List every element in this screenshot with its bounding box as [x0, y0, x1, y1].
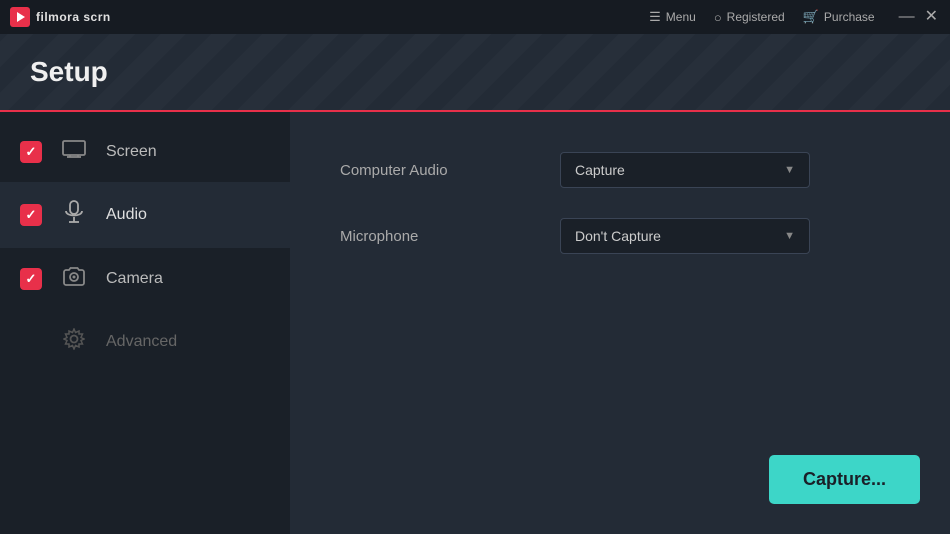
- header: Setup: [0, 34, 950, 112]
- menu-icon: ☰: [649, 9, 661, 25]
- registered-button[interactable]: ○ Registered: [714, 10, 785, 25]
- camera-icon: [60, 266, 88, 292]
- check-icon: ✓: [26, 207, 37, 223]
- sidebar-audio-label: Audio: [106, 206, 147, 224]
- user-icon: ○: [714, 10, 722, 25]
- microphone-icon: [60, 200, 88, 230]
- screen-icon: [60, 140, 88, 164]
- sidebar-camera-label: Camera: [106, 270, 163, 288]
- audio-checkbox[interactable]: ✓: [20, 204, 42, 226]
- computer-audio-row: Computer Audio Capture ▼: [340, 152, 900, 188]
- minimize-button[interactable]: —: [899, 9, 915, 25]
- purchase-label: Purchase: [824, 10, 875, 24]
- menu-label: Menu: [666, 10, 696, 24]
- gear-icon: [60, 328, 88, 356]
- purchase-button[interactable]: 🛒 Purchase: [803, 9, 875, 25]
- screen-checkbox[interactable]: ✓: [20, 141, 42, 163]
- content-panel: Computer Audio Capture ▼ Microphone Don'…: [290, 112, 950, 534]
- sidebar-item-audio[interactable]: ✓ Audio: [0, 182, 290, 248]
- cart-icon: 🛒: [803, 9, 819, 25]
- app-title: filmora scrn: [36, 10, 111, 24]
- window-controls: — ✕: [899, 9, 938, 25]
- registered-label: Registered: [727, 10, 785, 24]
- computer-audio-dropdown[interactable]: Capture ▼: [560, 152, 810, 188]
- microphone-dropdown[interactable]: Don't Capture ▼: [560, 218, 810, 254]
- microphone-value: Don't Capture: [575, 228, 661, 244]
- microphone-label: Microphone: [340, 228, 540, 245]
- page-title: Setup: [30, 56, 108, 88]
- app-logo-icon: [10, 7, 30, 27]
- sidebar-item-screen[interactable]: ✓ Screen: [0, 122, 290, 182]
- camera-checkbox[interactable]: ✓: [20, 268, 42, 290]
- sidebar-screen-label: Screen: [106, 143, 157, 161]
- microphone-row: Microphone Don't Capture ▼: [340, 218, 900, 254]
- titlebar-right: ☰ Menu ○ Registered 🛒 Purchase — ✕: [649, 9, 938, 25]
- sidebar-item-camera[interactable]: ✓ Camera: [0, 248, 290, 310]
- sidebar-advanced-label: Advanced: [106, 333, 177, 351]
- menu-button[interactable]: ☰ Menu: [649, 9, 696, 25]
- close-button[interactable]: ✕: [925, 9, 938, 25]
- chevron-down-icon: ▼: [784, 164, 795, 176]
- check-icon: ✓: [26, 271, 37, 287]
- computer-audio-value: Capture: [575, 162, 625, 178]
- check-icon: ✓: [26, 144, 37, 160]
- computer-audio-label: Computer Audio: [340, 162, 540, 179]
- titlebar-left: filmora scrn: [10, 7, 111, 27]
- titlebar: filmora scrn ☰ Menu ○ Registered 🛒 Purch…: [0, 0, 950, 34]
- capture-button[interactable]: Capture...: [769, 455, 920, 504]
- main-layout: ✓ Screen ✓: [0, 112, 950, 534]
- sidebar: ✓ Screen ✓: [0, 112, 290, 534]
- chevron-down-icon: ▼: [784, 230, 795, 242]
- sidebar-item-advanced[interactable]: Advanced: [0, 310, 290, 374]
